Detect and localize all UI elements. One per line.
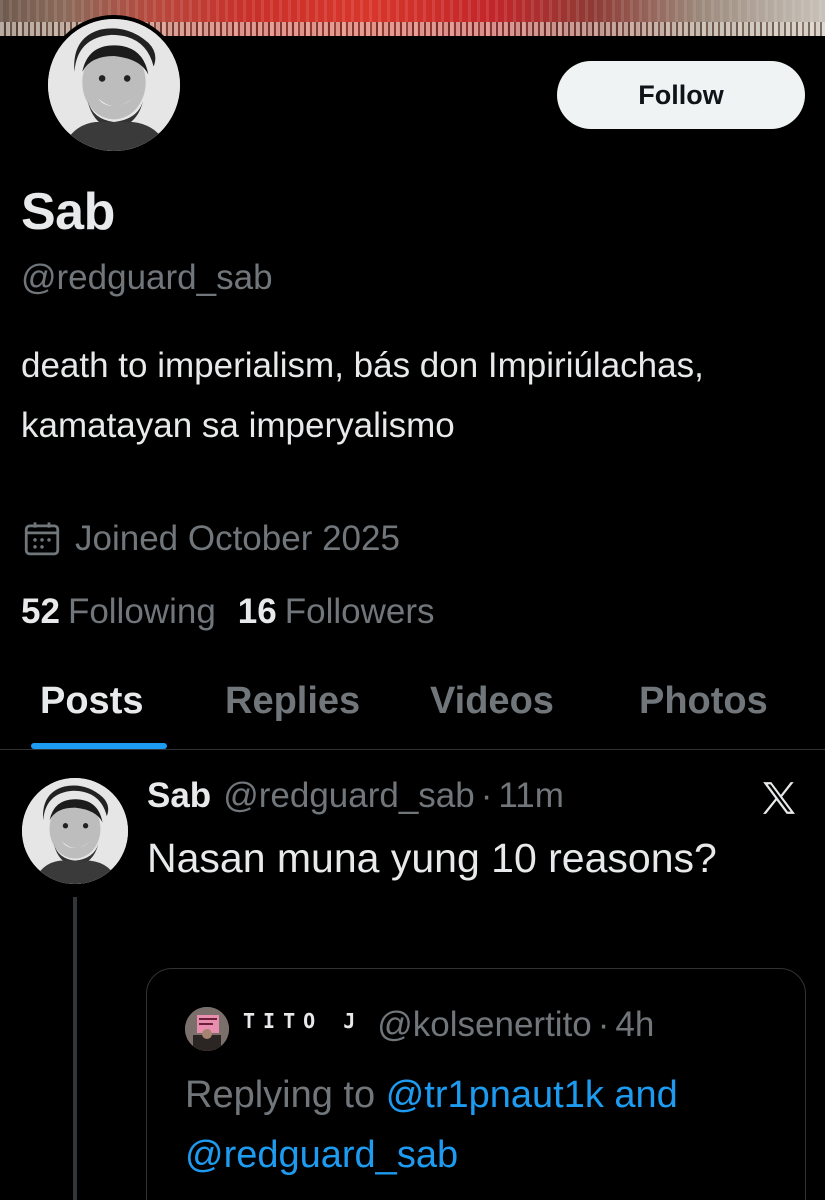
profile-stats: 52 Following 16 Followers bbox=[21, 592, 457, 632]
joined-date: Joined October 2025 bbox=[21, 518, 400, 560]
tweet-header: Sab @redguard_sab · 11m bbox=[147, 776, 564, 816]
tab-posts[interactable]: Posts bbox=[40, 680, 143, 723]
followers-link[interactable]: 16 Followers bbox=[238, 592, 435, 632]
following-link[interactable]: 52 Following bbox=[21, 592, 216, 632]
profile-handle: @redguard_sab bbox=[21, 258, 273, 297]
followers-count: 16 bbox=[237, 592, 277, 631]
mention-link-1[interactable]: @tr1pnaut1k bbox=[386, 1074, 604, 1116]
profile-tabs: Posts Replies Videos Photos bbox=[0, 672, 825, 750]
quoted-avatar[interactable] bbox=[185, 1007, 229, 1051]
tab-videos[interactable]: Videos bbox=[430, 680, 554, 723]
quoted-author-handle[interactable]: @kolsenertito bbox=[377, 1005, 592, 1045]
tab-replies[interactable]: Replies bbox=[225, 680, 360, 723]
joined-text: Joined October 2025 bbox=[75, 519, 400, 558]
thread-line bbox=[73, 897, 77, 1200]
profile-avatar[interactable] bbox=[44, 15, 184, 155]
tab-photos[interactable]: Photos bbox=[639, 680, 768, 723]
following-count: 52 bbox=[21, 592, 60, 631]
followers-label: Followers bbox=[284, 592, 435, 631]
tweet-text: Nasan muna yung 10 reasons? bbox=[147, 835, 717, 881]
tweet-author-name[interactable]: Sab bbox=[147, 776, 211, 816]
replying-to: Replying to @tr1pnaut1k and @redguard_sa… bbox=[185, 1065, 785, 1185]
tweet-avatar-photo bbox=[22, 778, 128, 884]
tweet-avatar[interactable] bbox=[22, 778, 128, 884]
replying-prefix: Replying to bbox=[185, 1074, 376, 1116]
mention-link-2[interactable]: @redguard_sab bbox=[185, 1134, 458, 1176]
tweet-separator: · bbox=[480, 776, 493, 815]
tweet-author-handle[interactable]: @redguard_sab bbox=[223, 776, 475, 816]
quoted-separator: · bbox=[597, 1005, 610, 1044]
follow-button[interactable]: Follow bbox=[557, 61, 805, 129]
quoted-avatar-photo bbox=[185, 1007, 229, 1051]
calendar-icon bbox=[24, 522, 60, 556]
following-label: Following bbox=[67, 592, 216, 631]
active-tab-indicator bbox=[31, 743, 167, 749]
avatar-photo bbox=[48, 19, 180, 151]
profile-bio: death to imperialism, bás don Impiriúlac… bbox=[21, 346, 704, 445]
quoted-time[interactable]: 4h bbox=[615, 1005, 654, 1045]
mention-and: and bbox=[614, 1074, 678, 1116]
tweet-time[interactable]: 11m bbox=[498, 776, 564, 816]
quoted-header: TITO J @kolsenertito · 4h bbox=[243, 1005, 654, 1045]
profile-name: Sab bbox=[21, 183, 115, 241]
quoted-tweet[interactable]: TITO J @kolsenertito · 4h Replying to @t… bbox=[146, 968, 806, 1200]
x-logo-icon bbox=[763, 782, 795, 814]
quoted-author-name[interactable]: TITO J bbox=[243, 1009, 363, 1033]
